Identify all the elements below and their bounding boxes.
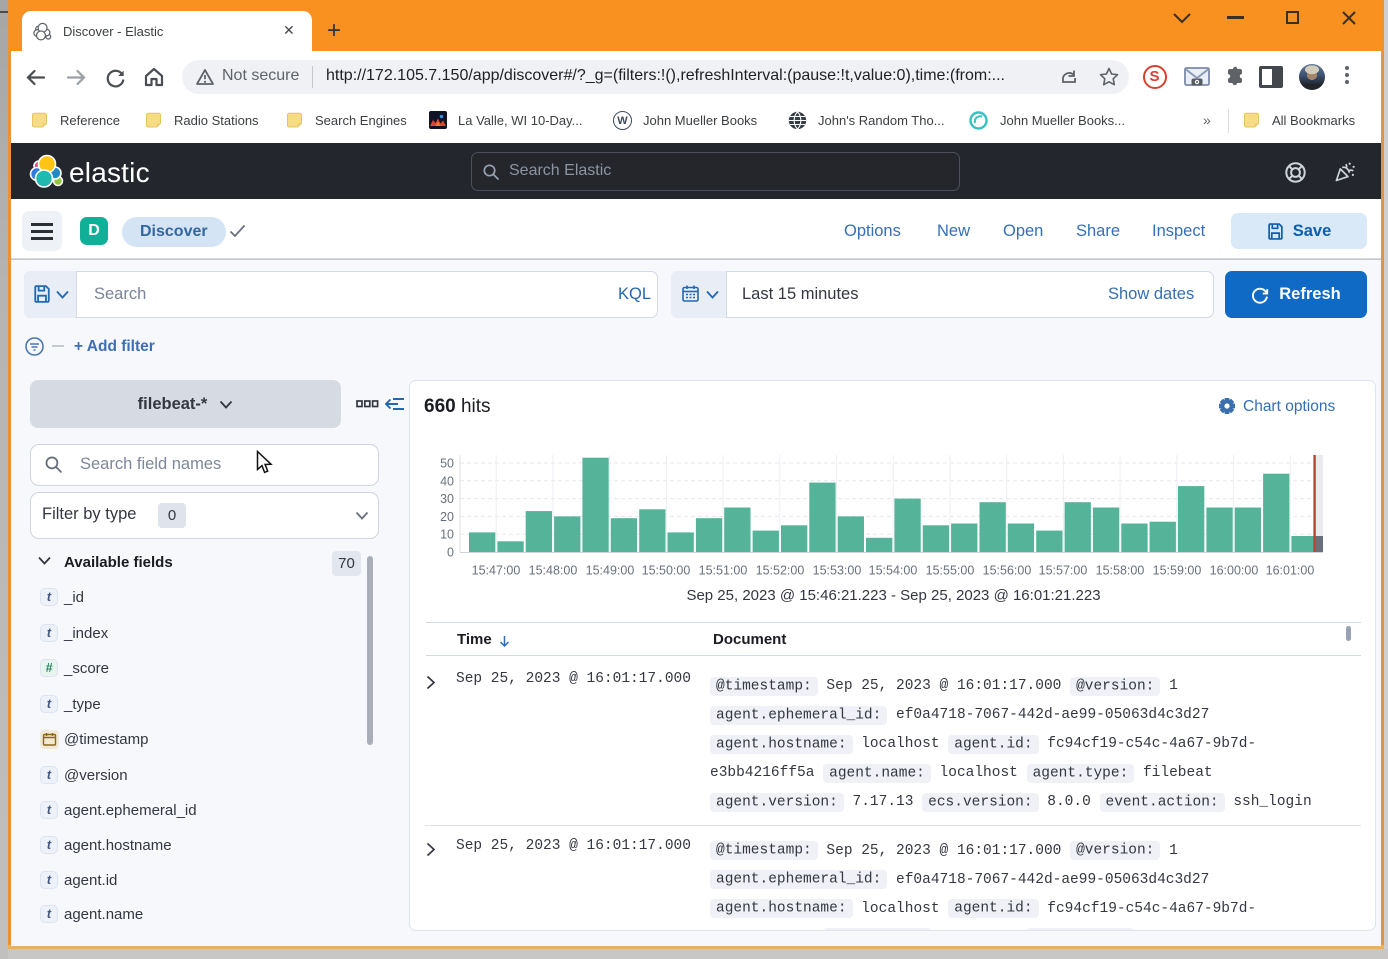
svg-text:15:59:00: 15:59:00 [1153,564,1202,578]
svg-text:15:49:00: 15:49:00 [586,564,635,578]
svg-text:15:50:00: 15:50:00 [642,564,691,578]
svg-text:0: 0 [447,546,454,560]
svg-text:50: 50 [440,457,454,471]
svg-text:10: 10 [440,528,454,542]
svg-text:15:51:00: 15:51:00 [699,564,748,578]
svg-text:16:01:00: 16:01:00 [1266,564,1315,578]
svg-text:15:56:00: 15:56:00 [983,564,1032,578]
svg-text:15:53:00: 15:53:00 [813,564,862,578]
svg-text:30: 30 [440,492,454,506]
svg-text:15:58:00: 15:58:00 [1096,564,1145,578]
svg-text:15:48:00: 15:48:00 [529,564,578,578]
svg-text:15:47:00: 15:47:00 [472,564,521,578]
svg-text:16:00:00: 16:00:00 [1210,564,1259,578]
svg-text:15:57:00: 15:57:00 [1039,564,1088,578]
svg-text:15:52:00: 15:52:00 [756,564,805,578]
svg-text:20: 20 [440,510,454,524]
svg-text:40: 40 [440,474,454,488]
svg-text:15:54:00: 15:54:00 [869,564,918,578]
svg-text:15:55:00: 15:55:00 [926,564,975,578]
